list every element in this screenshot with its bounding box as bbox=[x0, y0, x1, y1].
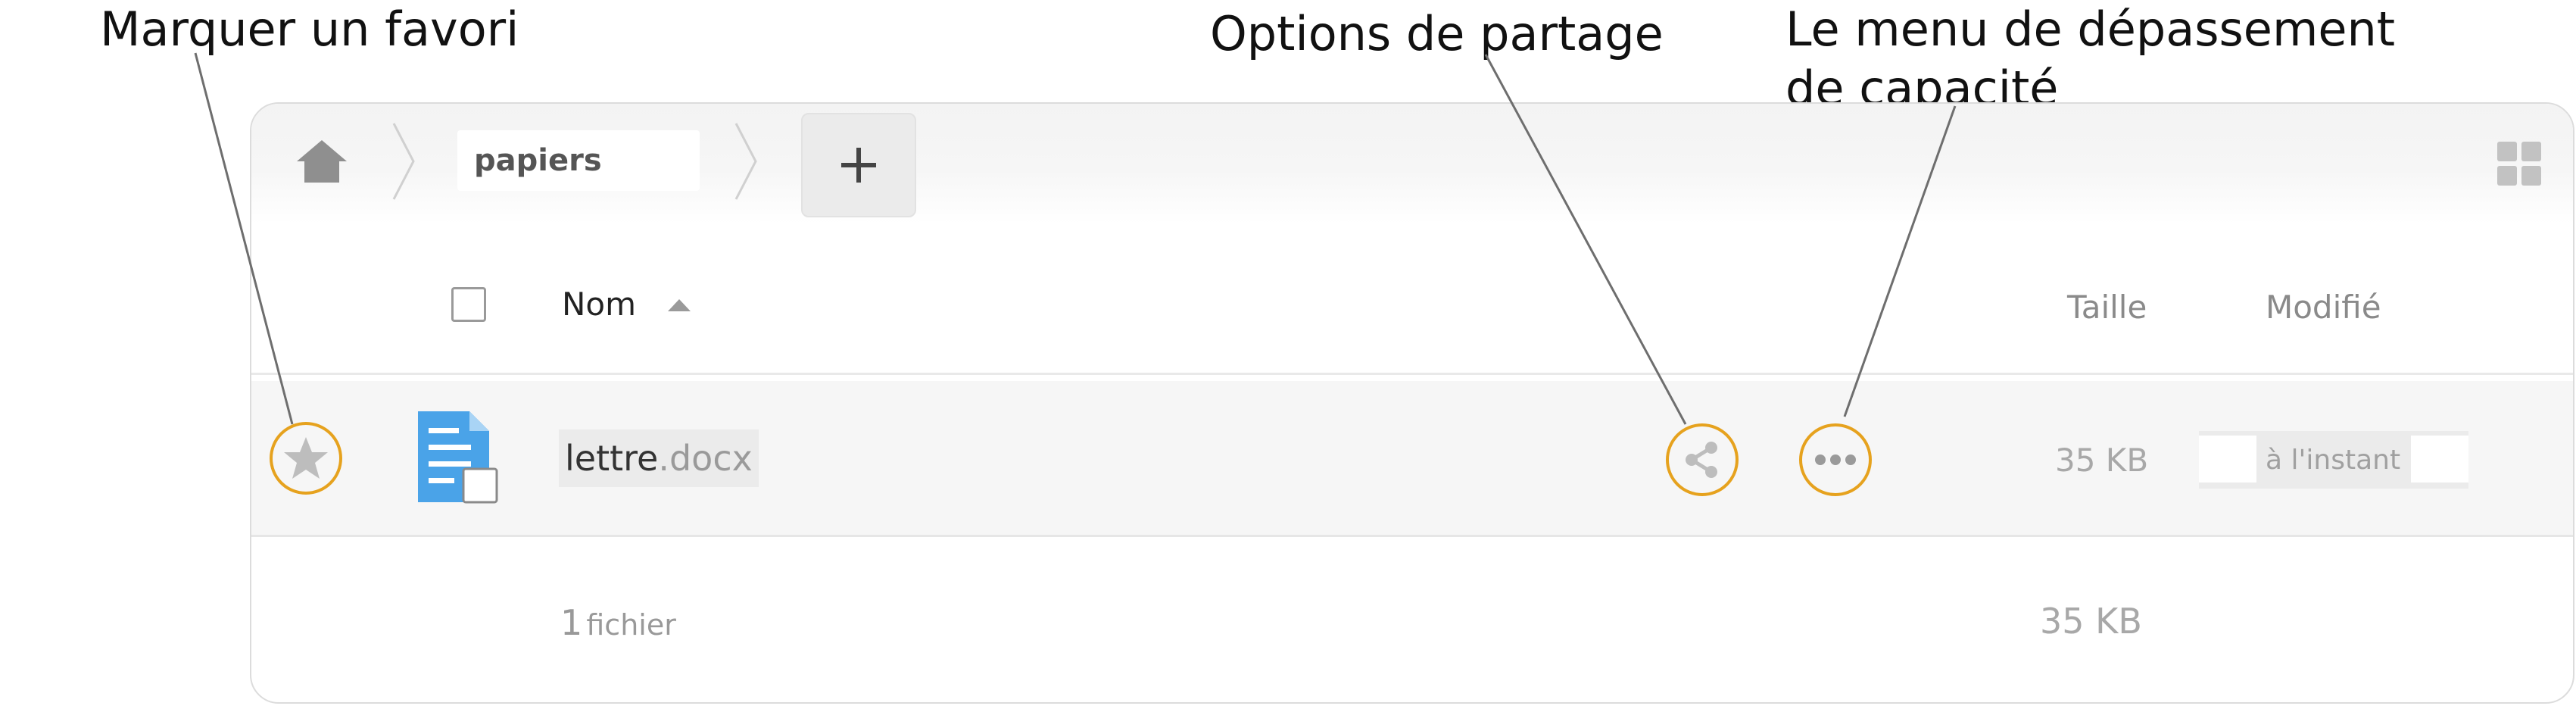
controls-bar: papiers bbox=[251, 104, 2573, 223]
breadcrumb-separator-icon bbox=[392, 123, 415, 200]
file-name[interactable]: lettre .docx bbox=[559, 429, 759, 487]
grid-view-icon[interactable] bbox=[2496, 140, 2543, 187]
annotated-screenshot: Marquer un favori Options de partage Le … bbox=[0, 0, 2576, 709]
column-header-size[interactable]: Taille bbox=[2067, 289, 2147, 326]
modified-mask-left bbox=[2199, 436, 2256, 483]
file-basename: lettre bbox=[565, 438, 659, 479]
home-icon bbox=[297, 140, 347, 183]
file-extension: .docx bbox=[658, 438, 753, 479]
summary-count-label: fichier bbox=[586, 608, 676, 642]
plus-icon bbox=[841, 148, 876, 183]
select-all-checkbox[interactable] bbox=[451, 287, 486, 322]
callout-overflow-label: Le menu de dépassement de capacité bbox=[1785, 0, 2395, 118]
column-header-name[interactable]: Nom bbox=[562, 286, 636, 323]
files-panel: papiers Nom Taille Modifié lettre .docx … bbox=[250, 102, 2574, 704]
sort-ascending-icon bbox=[668, 299, 691, 311]
modified-mask-right bbox=[2411, 436, 2468, 483]
breadcrumb-folder[interactable]: papiers bbox=[457, 130, 700, 191]
favorite-button[interactable] bbox=[270, 422, 342, 495]
star-icon bbox=[284, 437, 328, 479]
home-button[interactable] bbox=[291, 130, 353, 192]
callout-share-label: Options de partage bbox=[1210, 6, 1664, 61]
table-row[interactable]: lettre .docx 35 KB à l'instant bbox=[251, 381, 2573, 537]
add-new-button[interactable] bbox=[801, 113, 916, 217]
column-header-modified[interactable]: Modifié bbox=[2266, 289, 2381, 326]
breadcrumb-separator-icon bbox=[734, 123, 757, 200]
summary-count-number: 1 bbox=[560, 602, 583, 643]
file-size: 35 KB bbox=[2055, 442, 2149, 479]
share-icon bbox=[1686, 442, 1717, 478]
more-icon bbox=[1815, 454, 1856, 465]
more-actions-button[interactable] bbox=[1799, 423, 1872, 496]
callout-favorite-label: Marquer un favori bbox=[100, 2, 519, 57]
summary-total-size: 35 KB bbox=[2040, 601, 2142, 642]
share-button[interactable] bbox=[1666, 423, 1739, 496]
document-icon bbox=[418, 411, 498, 504]
callout-overflow-line1: Le menu de dépassement bbox=[1785, 2, 2396, 57]
summary-file-count: 1 fichier bbox=[560, 602, 676, 643]
file-modified: à l'instant bbox=[2266, 445, 2401, 476]
